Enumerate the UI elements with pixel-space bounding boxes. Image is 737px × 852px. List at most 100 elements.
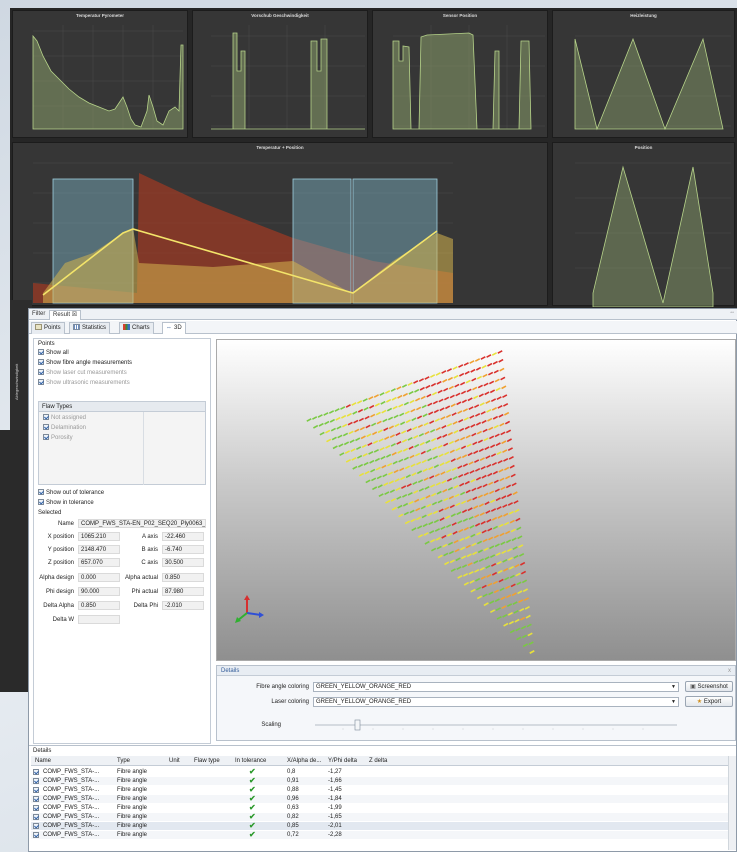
tab-charts[interactable]: Charts xyxy=(119,322,154,334)
row-checkbox[interactable] xyxy=(33,814,39,820)
measurement-point xyxy=(372,431,378,436)
show-all-checkbox[interactable]: Show all xyxy=(38,349,69,358)
export-button[interactable]: ★ Export xyxy=(685,696,733,707)
row-checkbox[interactable] xyxy=(33,769,39,775)
measurement-point xyxy=(431,437,437,442)
column-header-unit[interactable]: Unit xyxy=(169,756,180,766)
measurement-point xyxy=(434,473,440,478)
tab-statistics[interactable]: Statistics xyxy=(69,322,111,334)
measurement-point xyxy=(385,499,391,504)
select-value: GREEN_YELLOW_ORANGE_RED xyxy=(316,699,412,705)
column-header-flaw-type[interactable]: Flaw type xyxy=(194,756,220,766)
table-row[interactable]: COMP_FWS_STA-... Fibre angle 0,96 -1,84 ✔ xyxy=(31,795,728,803)
table-row[interactable]: COMP_FWS_STA-... Fibre angle 0,63 -1,99 ✔ xyxy=(31,804,728,812)
measurement-point xyxy=(438,398,444,403)
measurement-point xyxy=(401,485,407,490)
close-icon[interactable]: x xyxy=(728,666,731,676)
row-checkbox[interactable] xyxy=(33,832,39,838)
measurement-point xyxy=(510,473,516,478)
table-row[interactable]: COMP_FWS_STA-... Fibre angle 0,72 -2,28 ✔ xyxy=(31,831,728,839)
row-checkbox[interactable] xyxy=(33,787,39,793)
table-row[interactable]: COMP_FWS_STA-... Fibre angle 0,88 -1,45 ✔ xyxy=(31,786,728,794)
measurement-point xyxy=(447,376,453,381)
table-row[interactable]: COMP_FWS_STA-... Fibre angle 0,8 -1,27 ✔ xyxy=(31,768,728,776)
table-cell-y: -1,66 xyxy=(328,778,342,784)
laser-coloring-select[interactable]: GREEN_YELLOW_ORANGE_RED ▼ xyxy=(313,697,679,707)
row-checkbox[interactable] xyxy=(33,805,39,811)
tab-filter[interactable]: Filter xyxy=(29,310,48,320)
x-position-value: 1065.210 xyxy=(78,532,120,541)
measurement-point xyxy=(319,431,325,436)
measurement-point xyxy=(418,487,424,492)
measurement-point xyxy=(502,504,508,508)
checkbox-label: Show all xyxy=(46,350,69,356)
measurement-point xyxy=(368,396,374,400)
check-icon: ✔ xyxy=(249,768,256,776)
show-out-of-tolerance-checkbox[interactable]: Show out of tolerance xyxy=(38,489,104,498)
flaw-type-porosity[interactable]: Porosity xyxy=(43,434,73,443)
measurement-point xyxy=(515,572,521,577)
flaw-type-not-assigned[interactable]: Not assigned xyxy=(43,414,86,423)
checkbox-icon xyxy=(38,349,44,356)
measurement-point xyxy=(442,543,448,548)
table-row[interactable]: COMP_FWS_STA-... Fibre angle 0,85 -2,01 ✔ xyxy=(31,822,728,830)
measurement-point xyxy=(477,549,483,554)
measurement-point xyxy=(346,412,352,417)
show-fibre-checkbox[interactable]: Show fibre angle measurements xyxy=(38,359,132,368)
measurement-point xyxy=(376,475,382,480)
measurement-point xyxy=(509,574,515,579)
measurement-point xyxy=(356,446,362,451)
measurement-point xyxy=(502,394,508,399)
measurement-point xyxy=(431,501,438,506)
show-ultrasonic-checkbox[interactable]: Show ultrasonic measurements xyxy=(38,379,130,388)
measurement-point xyxy=(463,416,469,421)
table-cell-y: -1,45 xyxy=(328,787,342,793)
measurement-point xyxy=(426,503,432,508)
show-in-tolerance-checkbox[interactable]: Show in tolerance xyxy=(38,499,94,508)
row-checkbox[interactable] xyxy=(33,796,39,802)
column-header-x-alpha-delta[interactable]: X/Alpha de... xyxy=(287,756,321,766)
scaling-slider[interactable] xyxy=(313,719,679,731)
measurement-point xyxy=(429,530,435,534)
details-table-title: Details xyxy=(33,748,52,754)
column-header-type[interactable]: Type xyxy=(117,756,130,766)
tab-points[interactable]: Points xyxy=(31,322,65,334)
minimize-icon[interactable]: ▫▫ xyxy=(730,310,734,316)
measurement-point xyxy=(452,366,458,370)
table-row[interactable]: COMP_FWS_STA-... Fibre angle 0,82 -1,65 ✔ xyxy=(31,813,728,821)
measurement-point xyxy=(470,533,476,538)
column-header-name[interactable]: Name xyxy=(35,756,51,766)
measurement-point xyxy=(482,483,488,488)
measurement-point xyxy=(444,506,450,511)
measurement-point xyxy=(475,412,481,417)
measurement-point xyxy=(446,477,453,482)
close-icon[interactable]: ☒ xyxy=(72,312,77,318)
delta-phi-value: -2.010 xyxy=(162,601,204,610)
row-checkbox[interactable] xyxy=(33,778,39,784)
measurement-point xyxy=(501,495,507,500)
measurement-point xyxy=(434,528,440,532)
measurement-point xyxy=(483,382,489,387)
measurement-point xyxy=(398,458,404,463)
3d-viewport[interactable] xyxy=(216,339,736,661)
measurement-point xyxy=(448,550,454,555)
measurement-point xyxy=(484,391,490,396)
fibre-coloring-label: Fibre angle coloring xyxy=(256,684,309,690)
flaw-type-delamination[interactable]: Delamination xyxy=(43,424,86,433)
fibre-coloring-select[interactable]: GREEN_YELLOW_ORANGE_RED ▼ xyxy=(313,682,679,692)
measurement-point xyxy=(476,540,483,545)
column-header-in-tolerance[interactable]: In tolerance xyxy=(235,756,266,766)
measurement-point xyxy=(357,463,364,468)
screenshot-button[interactable]: ▣ Screenshot xyxy=(685,681,733,692)
column-header-y-phi-delta[interactable]: Y/Phi delta xyxy=(328,756,357,766)
table-row[interactable]: COMP_FWS_STA-... Fibre angle 0,91 -1,66 ✔ xyxy=(31,777,728,785)
tab-result[interactable]: Result ☒ xyxy=(49,310,82,320)
measurement-point xyxy=(330,427,336,432)
tab-3d[interactable]: ⇔ 3D xyxy=(162,322,186,334)
column-header-z-delta[interactable]: Z delta xyxy=(369,756,387,766)
row-checkbox[interactable] xyxy=(33,823,39,829)
measurement-point xyxy=(449,394,455,399)
measurement-point xyxy=(401,430,407,435)
table-scrollbar[interactable] xyxy=(728,756,736,850)
show-laser-checkbox[interactable]: Show laser cut measurements xyxy=(38,369,127,378)
